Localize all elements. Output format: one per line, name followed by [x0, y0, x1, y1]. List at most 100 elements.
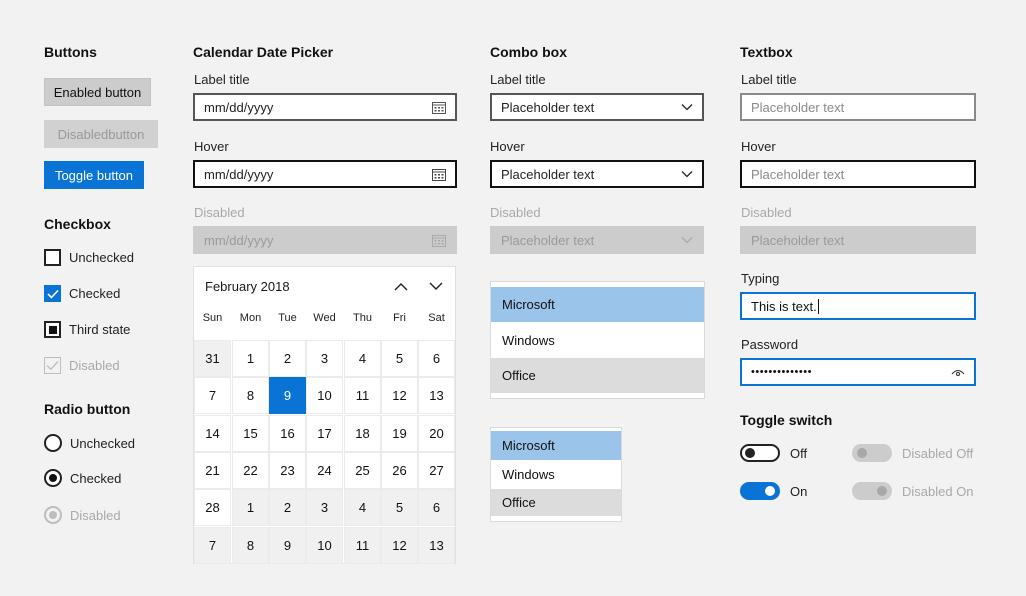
chevron-down-icon — [681, 103, 693, 111]
calendar-day[interactable]: 21 — [194, 452, 231, 489]
calendar-day[interactable]: 19 — [381, 415, 418, 452]
calendar-day[interactable]: 7 — [194, 527, 231, 564]
radio-disabled: Disabled — [44, 506, 121, 524]
list-item[interactable]: Windows — [491, 322, 704, 358]
calendar-day[interactable]: 9 — [269, 527, 306, 564]
chevron-up-icon[interactable] — [392, 277, 410, 295]
calendar-day[interactable]: 12 — [381, 527, 418, 564]
checkbox-box[interactable] — [44, 249, 61, 266]
calendar-label-hover: Hover — [194, 139, 229, 154]
calendar-day[interactable]: 27 — [418, 452, 455, 489]
calendar-icon[interactable] — [432, 168, 446, 181]
checkbox-unchecked[interactable]: Unchecked — [44, 249, 134, 266]
calendar-day[interactable]: 25 — [344, 452, 381, 489]
text-input-hover[interactable]: Placeholder text — [740, 160, 976, 188]
checkbox-third-state[interactable]: Third state — [44, 321, 130, 338]
text-input-placeholder: Placeholder text — [751, 166, 845, 182]
calendar-day[interactable]: 5 — [381, 489, 418, 526]
radio-dot — [49, 511, 57, 519]
radio-dot — [49, 474, 57, 482]
calendar-day[interactable]: 8 — [232, 527, 269, 564]
enabled-button[interactable]: Enabled button — [44, 78, 151, 106]
chevron-down-icon[interactable] — [427, 277, 445, 295]
text-input-typing[interactable]: This is text. — [740, 292, 976, 320]
calendar-day[interactable]: 11 — [344, 377, 381, 414]
radio-circle[interactable] — [44, 469, 62, 487]
calendar-day[interactable]: 9 — [269, 377, 306, 414]
checkbox-box[interactable] — [44, 321, 61, 338]
list-item[interactable]: Windows — [491, 460, 621, 489]
calendar-month-header[interactable]: February 2018 — [194, 267, 455, 305]
radio-checked[interactable]: Checked — [44, 469, 121, 487]
text-input-disabled: Placeholder text — [740, 226, 976, 254]
radio-unchecked[interactable]: Unchecked — [44, 434, 135, 452]
calendar-day[interactable]: 24 — [306, 452, 343, 489]
toggle-heading: Toggle switch — [740, 412, 833, 428]
date-input-hover[interactable]: mm/dd/yyyy — [193, 160, 457, 188]
calendar-day[interactable]: 10 — [306, 377, 343, 414]
calendar-day[interactable]: 10 — [306, 527, 343, 564]
list-item[interactable]: Office — [491, 358, 704, 393]
disabled-button: Disabledbutton — [44, 120, 158, 148]
radio-circle[interactable] — [44, 434, 62, 452]
radio-label: Disabled — [70, 507, 121, 523]
calendar-day[interactable]: 13 — [418, 527, 455, 564]
calendar-day[interactable]: 22 — [232, 452, 269, 489]
calendar-day[interactable]: 8 — [232, 377, 269, 414]
checkbox-box[interactable] — [44, 285, 61, 302]
calendar-day[interactable]: 6 — [418, 489, 455, 526]
calendar-day[interactable]: 11 — [344, 527, 381, 564]
password-input[interactable]: •••••••••••••• — [740, 358, 976, 386]
textbox-label-hover: Hover — [741, 139, 776, 154]
calendar-day[interactable]: 12 — [381, 377, 418, 414]
calendar-icon[interactable] — [432, 101, 446, 114]
toggle-switch — [852, 482, 892, 500]
list-item[interactable]: Office — [491, 489, 621, 516]
calendar-day[interactable]: 5 — [381, 340, 418, 377]
calendar-day[interactable]: 20 — [418, 415, 455, 452]
text-input-value: This is text. — [751, 298, 817, 314]
list-item[interactable]: Microsoft — [491, 287, 704, 322]
calendar-day[interactable]: 3 — [306, 340, 343, 377]
calendar-flyout: February 2018 Sun Mon Tue Wed Thu Fri Sat 31 1 2… — [193, 266, 456, 564]
calendar-day[interactable]: 18 — [344, 415, 381, 452]
combo-box[interactable]: Placeholder text — [490, 93, 704, 121]
textbox-label-typing: Typing — [741, 271, 780, 286]
text-input[interactable]: Placeholder text — [740, 93, 976, 121]
toggle-on[interactable]: On — [740, 482, 807, 500]
calendar-day[interactable]: 23 — [269, 452, 306, 489]
toggle-switch[interactable] — [740, 444, 780, 462]
toggle-label: Disabled On — [902, 483, 974, 499]
calendar-day[interactable]: 31 — [194, 340, 231, 377]
calendar-day[interactable]: 2 — [269, 489, 306, 526]
text-caret — [817, 298, 819, 314]
toggle-button[interactable]: Toggle button — [44, 161, 144, 189]
combo-box-hover[interactable]: Placeholder text — [490, 160, 704, 188]
buttons-heading: Buttons — [44, 44, 97, 60]
date-input[interactable]: mm/dd/yyyy — [193, 93, 457, 121]
list-item[interactable]: Microsoft — [491, 431, 621, 460]
calendar-day[interactable]: 28 — [194, 489, 231, 526]
calendar-day[interactable]: 15 — [232, 415, 269, 452]
calendar-day[interactable]: 4 — [344, 340, 381, 377]
calendar-day[interactable]: 1 — [232, 489, 269, 526]
calendar-day[interactable]: 6 — [418, 340, 455, 377]
calendar-day[interactable]: 4 — [344, 489, 381, 526]
calendar-day[interactable]: 3 — [306, 489, 343, 526]
toggle-switch[interactable] — [740, 482, 780, 500]
calendar-day[interactable]: 14 — [194, 415, 231, 452]
calendar-month-label[interactable]: February 2018 — [205, 279, 290, 294]
calendar-day[interactable]: 1 — [232, 340, 269, 377]
combo-label-title: Label title — [490, 72, 546, 87]
calendar-day[interactable]: 7 — [194, 377, 231, 414]
calendar-day[interactable]: 26 — [381, 452, 418, 489]
checkbox-checked[interactable]: Checked — [44, 285, 120, 302]
calendar-day[interactable]: 16 — [269, 415, 306, 452]
calendar-label-title: Label title — [194, 72, 250, 87]
calendar-day[interactable]: 13 — [418, 377, 455, 414]
calendar-day[interactable]: 17 — [306, 415, 343, 452]
toggle-off[interactable]: Off — [740, 444, 807, 462]
calendar-day[interactable]: 2 — [269, 340, 306, 377]
textbox-label-disabled: Disabled — [741, 205, 792, 220]
reveal-password-icon[interactable] — [951, 368, 965, 377]
